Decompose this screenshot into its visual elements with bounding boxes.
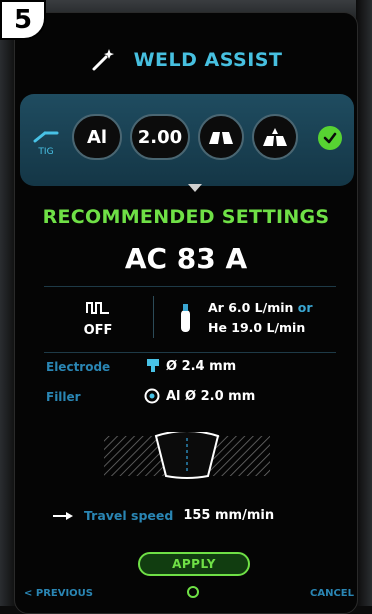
process-selector[interactable]: TIG [28, 127, 64, 167]
magic-wand-icon [92, 49, 114, 71]
pulse-setting: OFF [48, 300, 148, 338]
electrode-value-row: Ø 2.4 mm [146, 358, 236, 374]
joint-type-button[interactable] [198, 114, 244, 160]
filler-value-row: Al Ø 2.0 mm [144, 388, 255, 404]
thickness-button[interactable]: 2.00 [130, 114, 190, 160]
previous-button[interactable]: < PREVIOUS [24, 588, 93, 599]
cancel-button[interactable]: CANCEL [310, 588, 354, 599]
filler-spool-icon [144, 388, 160, 404]
gas-bottle-icon [181, 304, 190, 332]
travel-speed-row: Travel speed 155 mm/min [52, 508, 274, 523]
vertical-divider [153, 296, 154, 338]
material-button[interactable]: Al [72, 114, 122, 160]
filler-label: Filler [46, 390, 81, 404]
electrode-icon [147, 359, 159, 372]
gas-flow: Ar 6.0 L/min or He 19.0 L/min [208, 298, 313, 338]
recommended-settings-title: RECOMMENDED SETTINGS [42, 206, 330, 228]
pointer-triangle [188, 184, 202, 192]
electrode-label: Electrode [46, 360, 111, 374]
divider [44, 352, 336, 353]
pulse-value: OFF [83, 323, 113, 338]
butt-joint-icon [209, 132, 233, 144]
check-icon [318, 126, 342, 150]
apply-button[interactable]: APPLY [138, 552, 250, 576]
joint-position-button[interactable] [252, 114, 298, 160]
gas-line-2: He 19.0 L/min [208, 320, 306, 335]
pulse-wave-icon [86, 302, 109, 314]
page-title: WELD ASSIST [133, 49, 283, 71]
current-value: AC 83 A [124, 242, 248, 275]
travel-speed-label: Travel speed [84, 508, 174, 523]
arrow-right-icon [53, 511, 73, 520]
electrode-value: Ø 2.4 mm [166, 358, 237, 374]
travel-speed-value: 155 mm/min [183, 508, 275, 523]
background-right [356, 0, 372, 606]
step-badge: 5 [0, 0, 46, 40]
process-label: TIG [38, 147, 54, 157]
gas-or: or [297, 300, 313, 315]
home-icon[interactable] [187, 586, 199, 598]
fillet-joint-icon [263, 128, 287, 146]
filler-value: Al Ø 2.0 mm [166, 388, 256, 404]
tig-torch-icon [33, 131, 59, 143]
footer-nav: < PREVIOUS CANCEL [0, 586, 372, 606]
divider [44, 286, 336, 287]
weld-joint-illustration [104, 432, 270, 479]
header: WELD ASSIST [0, 42, 372, 78]
gas-line-1: Ar 6.0 L/min [208, 300, 294, 315]
